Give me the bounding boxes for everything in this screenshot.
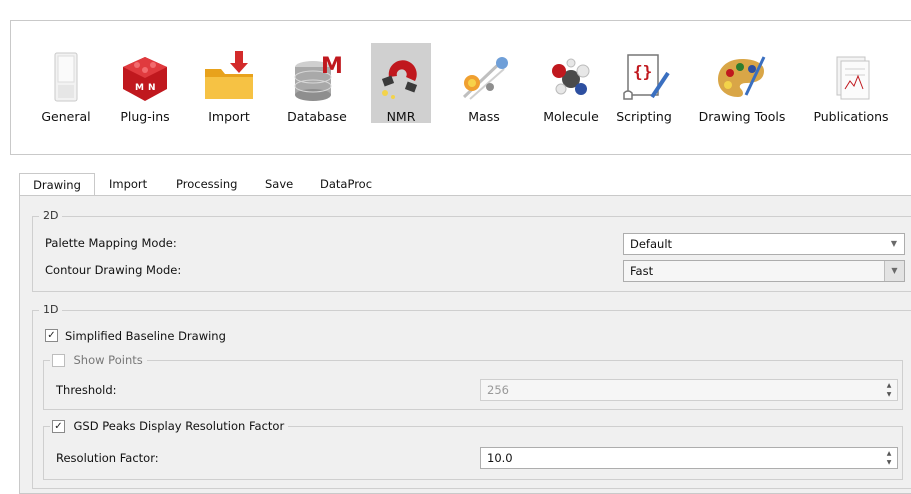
toolbar-publications[interactable]: Publications (806, 21, 896, 131)
import-folder-icon (205, 51, 253, 99)
svg-text:N: N (148, 83, 156, 93)
svg-text:M: M (321, 54, 343, 79)
tab-processing[interactable]: Processing (176, 173, 237, 195)
nmr-magnet-icon (381, 60, 418, 99)
toolbar-plugins[interactable]: M N Plug-ins (110, 21, 180, 131)
show-points-label: Show Points (73, 353, 143, 367)
general-icon (54, 52, 78, 102)
show-points-group: Show Points Threshold: 256 ▲ ▼ (43, 353, 903, 410)
toolbar-nmr-label: NMR (386, 109, 416, 124)
show-points-checkbox[interactable] (52, 353, 65, 367)
toolbar-mass-label: Mass (468, 109, 500, 124)
palette-mapping-value: Default (630, 237, 673, 251)
spin-arrows-icon[interactable]: ▲ ▼ (881, 448, 897, 468)
simplified-baseline-label: Simplified Baseline Drawing (65, 329, 226, 343)
toolbar-database[interactable]: M Database (277, 21, 357, 131)
contour-drawing-combo[interactable]: Fast ▼ (623, 260, 905, 282)
toolbar-scripting[interactable]: {} Scripting (609, 21, 679, 131)
resolution-factor-label: Resolution Factor: (56, 451, 159, 465)
toolbar-drawing-tools-label: Drawing Tools (698, 109, 786, 124)
tab-import[interactable]: Import (109, 173, 147, 195)
toolbar-mass[interactable]: Mass (449, 21, 519, 131)
toolbar-import-label: Import (208, 109, 250, 124)
palette-mapping-label: Palette Mapping Mode: (45, 236, 177, 250)
toolbar-publications-label: Publications (813, 109, 889, 124)
group-2d-title: 2D (39, 209, 63, 223)
toolbar-scripting-label: Scripting (616, 109, 672, 124)
gsd-resolution-label: GSD Peaks Display Resolution Factor (73, 419, 285, 433)
tab-save[interactable]: Save (265, 173, 293, 195)
group-2d: 2D Palette Mapping Mode: Default ▼ Conto… (32, 209, 911, 292)
tab-dataproc[interactable]: DataProc (320, 173, 372, 195)
group-1d-title: 1D (39, 303, 63, 317)
chevron-down-icon[interactable]: ▼ (884, 234, 904, 254)
threshold-spinbox[interactable]: 256 ▲ ▼ (480, 379, 898, 401)
toolbar-drawing-tools[interactable]: Drawing Tools (692, 21, 792, 131)
gsd-resolution-checkbox[interactable]: ✓ (52, 419, 65, 433)
resolution-factor-value: 10.0 (487, 451, 513, 465)
threshold-label: Threshold: (56, 383, 117, 397)
threshold-value: 256 (487, 383, 509, 397)
chevron-down-icon[interactable]: ▼ (884, 261, 904, 281)
mass-icon (462, 57, 508, 100)
toolbar-molecule-label: Molecule (543, 109, 599, 124)
spin-arrows-icon[interactable]: ▲ ▼ (881, 380, 897, 400)
simplified-baseline-checkbox[interactable]: ✓ (45, 329, 58, 342)
publications-icon (836, 56, 870, 100)
contour-drawing-value: Fast (630, 264, 654, 278)
gsd-resolution-header: ✓ GSD Peaks Display Resolution Factor (50, 419, 289, 433)
toolbar-database-label: Database (287, 109, 347, 124)
resolution-factor-spinbox[interactable]: 10.0 ▲ ▼ (480, 447, 898, 469)
molecule-icon (552, 58, 590, 95)
toolbar-nmr[interactable]: NMR (366, 21, 436, 131)
database-icon: M (294, 54, 343, 101)
scripting-icon: {} (623, 54, 670, 100)
drawing-settings-panel: 2D Palette Mapping Mode: Default ▼ Conto… (19, 195, 911, 494)
toolbar-import[interactable]: Import (194, 21, 264, 131)
show-points-header: Show Points (50, 353, 147, 367)
toolbar-general-label: General (41, 109, 91, 124)
svg-text:{}: {} (633, 62, 652, 81)
palette-icon (718, 56, 766, 97)
tab-drawing[interactable]: Drawing (19, 173, 95, 196)
svg-text:M: M (135, 83, 144, 93)
category-toolbar: General M N Plug-ins Import M Database N… (10, 20, 911, 155)
toolbar-plugins-label: Plug-ins (120, 109, 170, 124)
toolbar-general[interactable]: General (31, 21, 101, 131)
toolbar-molecule[interactable]: Molecule (531, 21, 611, 131)
group-1d: 1D ✓ Simplified Baseline Drawing Show Po… (32, 303, 911, 489)
gsd-resolution-group: ✓ GSD Peaks Display Resolution Factor Re… (43, 419, 903, 480)
contour-drawing-label: Contour Drawing Mode: (45, 263, 182, 277)
plugins-icon: M N (123, 57, 167, 101)
palette-mapping-combo[interactable]: Default ▼ (623, 233, 905, 255)
